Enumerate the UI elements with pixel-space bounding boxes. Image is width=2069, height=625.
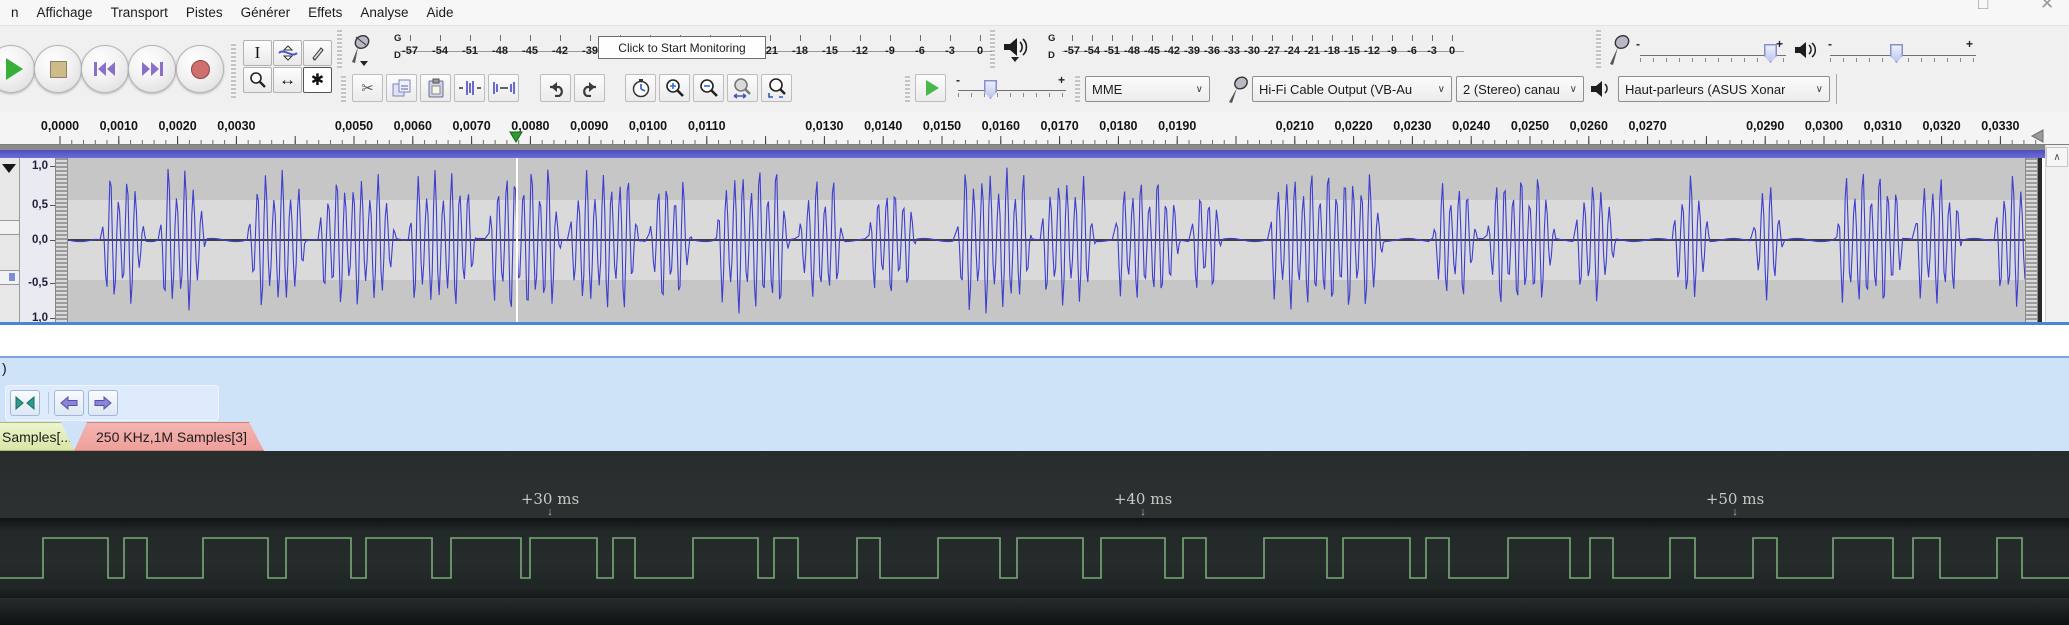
meter-tick (950, 35, 951, 41)
meter-tick (890, 35, 891, 41)
meter-tick-label: 0 (1449, 45, 1455, 57)
meter-tick (770, 35, 771, 41)
meter-tick-label: -15 (1344, 45, 1360, 57)
meter-tick-label: -27 (1264, 45, 1280, 57)
meter-tick-label: -12 (852, 45, 868, 57)
arrow-left-icon (60, 396, 78, 410)
meter-tick-label: -42 (552, 45, 568, 57)
signal-band (0, 518, 2069, 598)
meter-tick (1132, 35, 1133, 41)
meter-tick-label: -6 (915, 45, 925, 57)
meter-tick-label: -42 (1164, 45, 1180, 57)
zoom-fit-icon (15, 396, 35, 410)
meter-tick (920, 35, 921, 41)
meter-tick-label: -57 (402, 45, 418, 57)
meter-tick-label: -45 (1144, 45, 1160, 57)
meter-tick (1192, 35, 1193, 41)
meter-tick-label: -18 (1324, 45, 1340, 57)
meter-tick (1252, 35, 1253, 41)
meter-tick (1312, 35, 1313, 41)
meter-tick (410, 35, 411, 41)
meter-tick (590, 35, 591, 41)
meter-tick-label: -48 (492, 45, 508, 57)
meter-tick (1452, 35, 1453, 41)
meter-tick-label: -45 (522, 45, 538, 57)
meter-tick (1352, 35, 1353, 41)
plot-lower-band (0, 598, 2069, 625)
meter-tick-label: -36 (1204, 45, 1220, 57)
meter-tick-label: -33 (1224, 45, 1240, 57)
back-button[interactable] (54, 390, 84, 416)
meter-tick-label: -51 (462, 45, 478, 57)
meter-tick (1392, 35, 1393, 41)
meter-tick (1172, 35, 1173, 41)
meter-tick-label: -9 (885, 45, 895, 57)
meter-tick-label: -24 (1284, 45, 1300, 57)
meter-tick (830, 35, 831, 41)
square-wave-plot (0, 518, 2069, 598)
meter-tick-label: -51 (1104, 45, 1120, 57)
meter-scale-line (1062, 51, 1464, 52)
monitoring-tooltip: Click to Start Monitoring (598, 36, 766, 59)
meter-tick-label: -3 (945, 45, 955, 57)
meter-tick-label: -15 (822, 45, 838, 57)
toolbar-separator (48, 392, 49, 414)
tab-samples-active[interactable]: 250 KHz,1M Samples[3] ✕ (74, 422, 264, 451)
meter-tick-label: -54 (1084, 45, 1100, 57)
meter-tick-label: -9 (1387, 45, 1397, 57)
meter-tick-label: -57 (1064, 45, 1080, 57)
meter-tick (1372, 35, 1373, 41)
meter-tick-label: -12 (1364, 45, 1380, 57)
marker-arrow-icon: ↓ (1732, 506, 1738, 518)
truncated-label-text: ) (2, 360, 7, 376)
meter-tick (1212, 35, 1213, 41)
meter-tick (860, 35, 861, 41)
forward-button[interactable] (88, 390, 118, 416)
meter-tick-label: -54 (432, 45, 448, 57)
zoom-fit-button[interactable] (10, 390, 40, 416)
meter-tick-label: -3 (1427, 45, 1437, 57)
meter-tick (1412, 35, 1413, 41)
marker-arrow-icon: ↓ (1140, 506, 1146, 518)
tab-label: Samples[... (2, 429, 72, 445)
screen: nAffichageTransportPistesGénérerEffetsAn… (0, 0, 2069, 625)
meter-tick (440, 35, 441, 41)
meter-tick-label: -30 (1244, 45, 1260, 57)
meter-tick (800, 35, 801, 41)
meter-tick (500, 35, 501, 41)
meter-tick (1332, 35, 1333, 41)
meter-tick-label: -48 (1124, 45, 1140, 57)
meter-tick (530, 35, 531, 41)
urh-window-top-edge (0, 356, 2069, 358)
meter-tick (1432, 35, 1433, 41)
meter-tick (1292, 35, 1293, 41)
meter-tick-label: -6 (1407, 45, 1417, 57)
meter-tick (1232, 35, 1233, 41)
tab-samples-inactive[interactable]: Samples[... (0, 422, 74, 451)
meter-tick (1272, 35, 1273, 41)
meter-tick-label: -39 (582, 45, 598, 57)
meter-tick (1072, 35, 1073, 41)
meter-tick (980, 35, 981, 41)
meter-tick-label: 0 (977, 45, 983, 57)
meter-tick (470, 35, 471, 41)
meter-tick (1112, 35, 1113, 41)
meter-tick (1152, 35, 1153, 41)
urh-window: ) Samples[... 250 KHz,1M Samples[3] ✕ (0, 0, 2069, 625)
meter-tick-label: -18 (792, 45, 808, 57)
meter-tick-label: -21 (1304, 45, 1320, 57)
marker-arrow-icon: ↓ (547, 506, 553, 518)
meter-tick (1092, 35, 1093, 41)
meter-tick-label: -39 (1184, 45, 1200, 57)
arrow-right-icon (94, 396, 112, 410)
tab-label: 250 KHz,1M Samples[3] (96, 429, 247, 445)
meter-tick (560, 35, 561, 41)
